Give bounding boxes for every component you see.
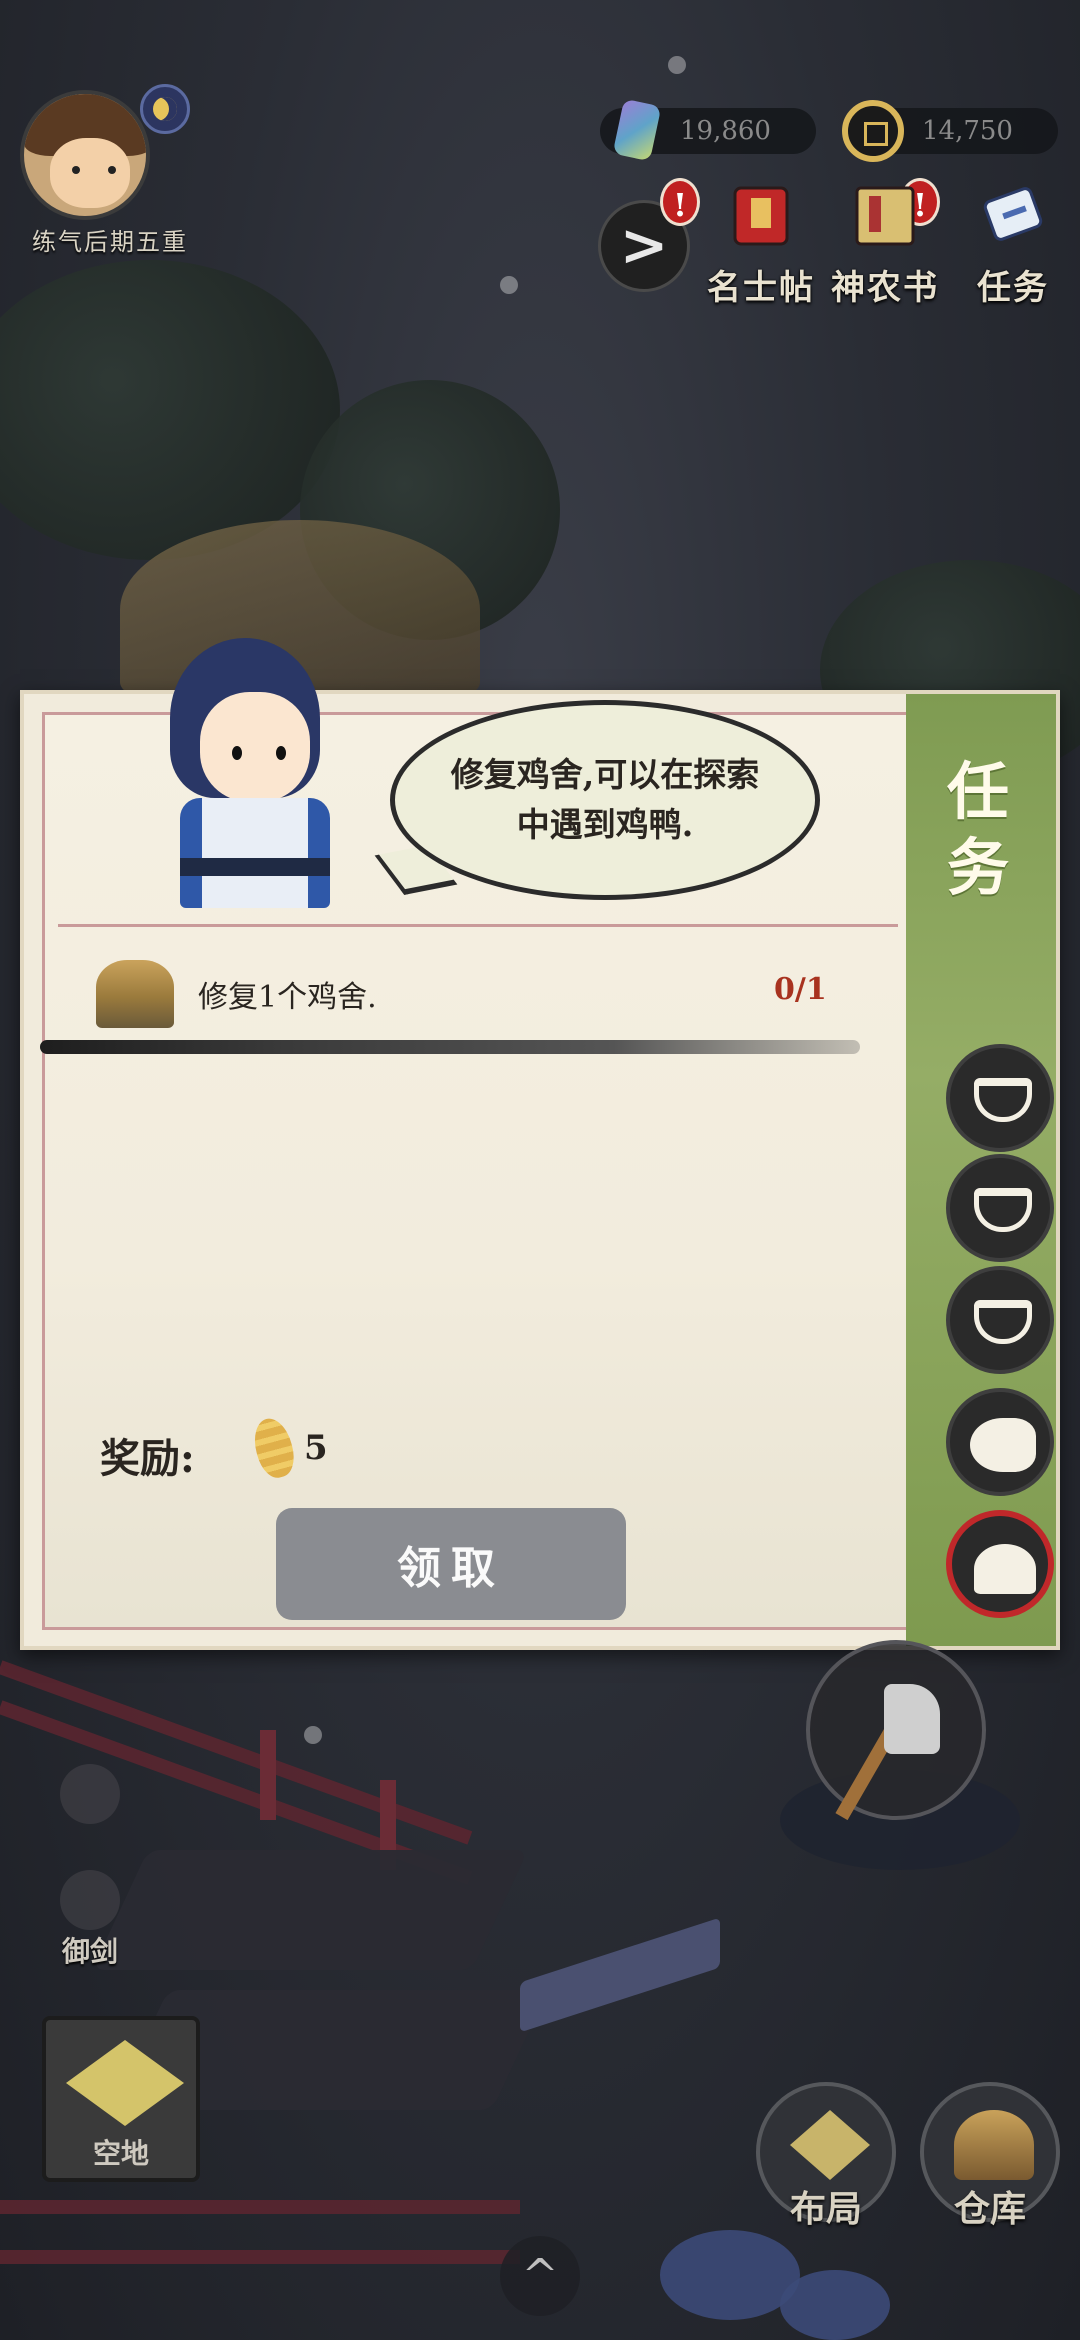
fence-post — [260, 1730, 276, 1820]
farm-plot — [92, 1850, 528, 1970]
npc-eye — [232, 746, 242, 760]
npc-face — [200, 692, 310, 802]
snowflake — [668, 56, 686, 74]
npc-character — [140, 618, 340, 928]
alert-badge: ! — [660, 178, 700, 226]
warehouse-button[interactable]: 仓库 — [920, 2082, 1060, 2230]
coin-amount: 14,750 — [922, 116, 1013, 146]
snowflake — [304, 1726, 322, 1744]
empty-plot-icon — [66, 2040, 184, 2126]
ink-brush-divider — [40, 1040, 860, 1054]
quest-label: 任务 — [977, 268, 1049, 308]
task-description: 修复1个鸡舍. — [198, 980, 377, 1015]
sword-icon — [60, 1870, 120, 1930]
fly-sword-button[interactable]: 御剑 — [40, 1870, 140, 1970]
task-progress: 0/1 — [774, 972, 827, 1007]
layout-icon — [790, 2110, 870, 2180]
avatar-face — [50, 138, 130, 208]
rice-icon — [974, 1544, 1036, 1594]
npc-dialogue-text: 修复鸡舍,可以在探索中遇到鸡鸭. — [450, 755, 760, 844]
chop-action-button[interactable] — [806, 1640, 986, 1821]
npc-belt — [180, 858, 330, 876]
basket-icon — [974, 1078, 1032, 1122]
scroll-icon — [983, 187, 1043, 241]
empty-plot-label: 空地 — [92, 2137, 149, 2170]
book-icon — [855, 186, 915, 246]
warehouse-icon — [954, 2110, 1034, 2180]
famous-scholar-invite-label: 名士帖 — [707, 268, 815, 308]
fence — [0, 2250, 520, 2264]
quest-button[interactable]: 任务 — [948, 187, 1078, 309]
player-avatar[interactable] — [20, 90, 150, 220]
fence — [0, 2200, 520, 2214]
stone — [780, 2270, 890, 2340]
bench — [520, 1917, 720, 2033]
shennong-book-button[interactable]: 神农书 — [820, 186, 950, 309]
basket-icon — [974, 1300, 1032, 1344]
warehouse-label: 仓库 — [953, 2188, 1026, 2230]
claim-button[interactable]: 领取 — [276, 1508, 626, 1620]
copper-coin-icon — [842, 100, 904, 162]
npc-eye — [276, 746, 286, 760]
task-tab-basket[interactable] — [946, 1044, 1054, 1152]
layout-label: 布局 — [789, 2188, 862, 2230]
shennong-book-label: 神农书 — [831, 268, 939, 308]
layout-button[interactable]: 布局 — [756, 2082, 896, 2230]
panel-divider — [58, 924, 898, 927]
red-invitation-icon — [733, 186, 789, 246]
avatar-eye — [72, 166, 80, 174]
famous-scholar-invite-button[interactable]: 名士帖 — [696, 186, 826, 309]
stone — [660, 2230, 800, 2320]
reward-label: 奖励: — [100, 1435, 195, 1482]
task-tab-rice-active[interactable] — [946, 1510, 1054, 1618]
leaf-button[interactable] — [40, 1764, 140, 1824]
coin-counter[interactable]: 14,750 — [842, 100, 1058, 162]
axe-icon — [884, 1684, 940, 1754]
reward-count: 5 — [304, 1428, 328, 1468]
npc-speech-bubble: 修复鸡舍,可以在探索中遇到鸡鸭. — [390, 700, 820, 900]
snowflake — [500, 276, 518, 294]
leaf-icon — [60, 1764, 120, 1824]
fly-sword-label: 御剑 — [61, 1935, 118, 1968]
empty-plot-slot[interactable]: 空地 — [42, 2016, 200, 2182]
cultivation-rank: 练气后期五重 — [32, 228, 188, 256]
npc-robe — [180, 798, 330, 908]
task-panel-title: 任务 — [946, 755, 1009, 904]
expand-up-button[interactable]: ^ — [500, 2236, 580, 2316]
fish-icon — [970, 1418, 1036, 1472]
avatar-eye — [108, 166, 116, 174]
moon-icon[interactable] — [140, 84, 190, 134]
pine-tree — [0, 260, 340, 560]
basket-icon — [974, 1188, 1032, 1232]
jade-gem-icon — [612, 98, 662, 162]
task-tab-fish[interactable] — [946, 1388, 1054, 1496]
jade-counter[interactable]: 19,860 — [600, 98, 816, 162]
task-tab-basket[interactable] — [946, 1154, 1054, 1262]
chicken-coop-icon — [96, 960, 174, 1028]
jade-amount: 19,860 — [680, 116, 771, 146]
task-item: 修复1个鸡舍. 0/1 — [60, 960, 860, 1050]
task-tab-basket[interactable] — [946, 1266, 1054, 1374]
